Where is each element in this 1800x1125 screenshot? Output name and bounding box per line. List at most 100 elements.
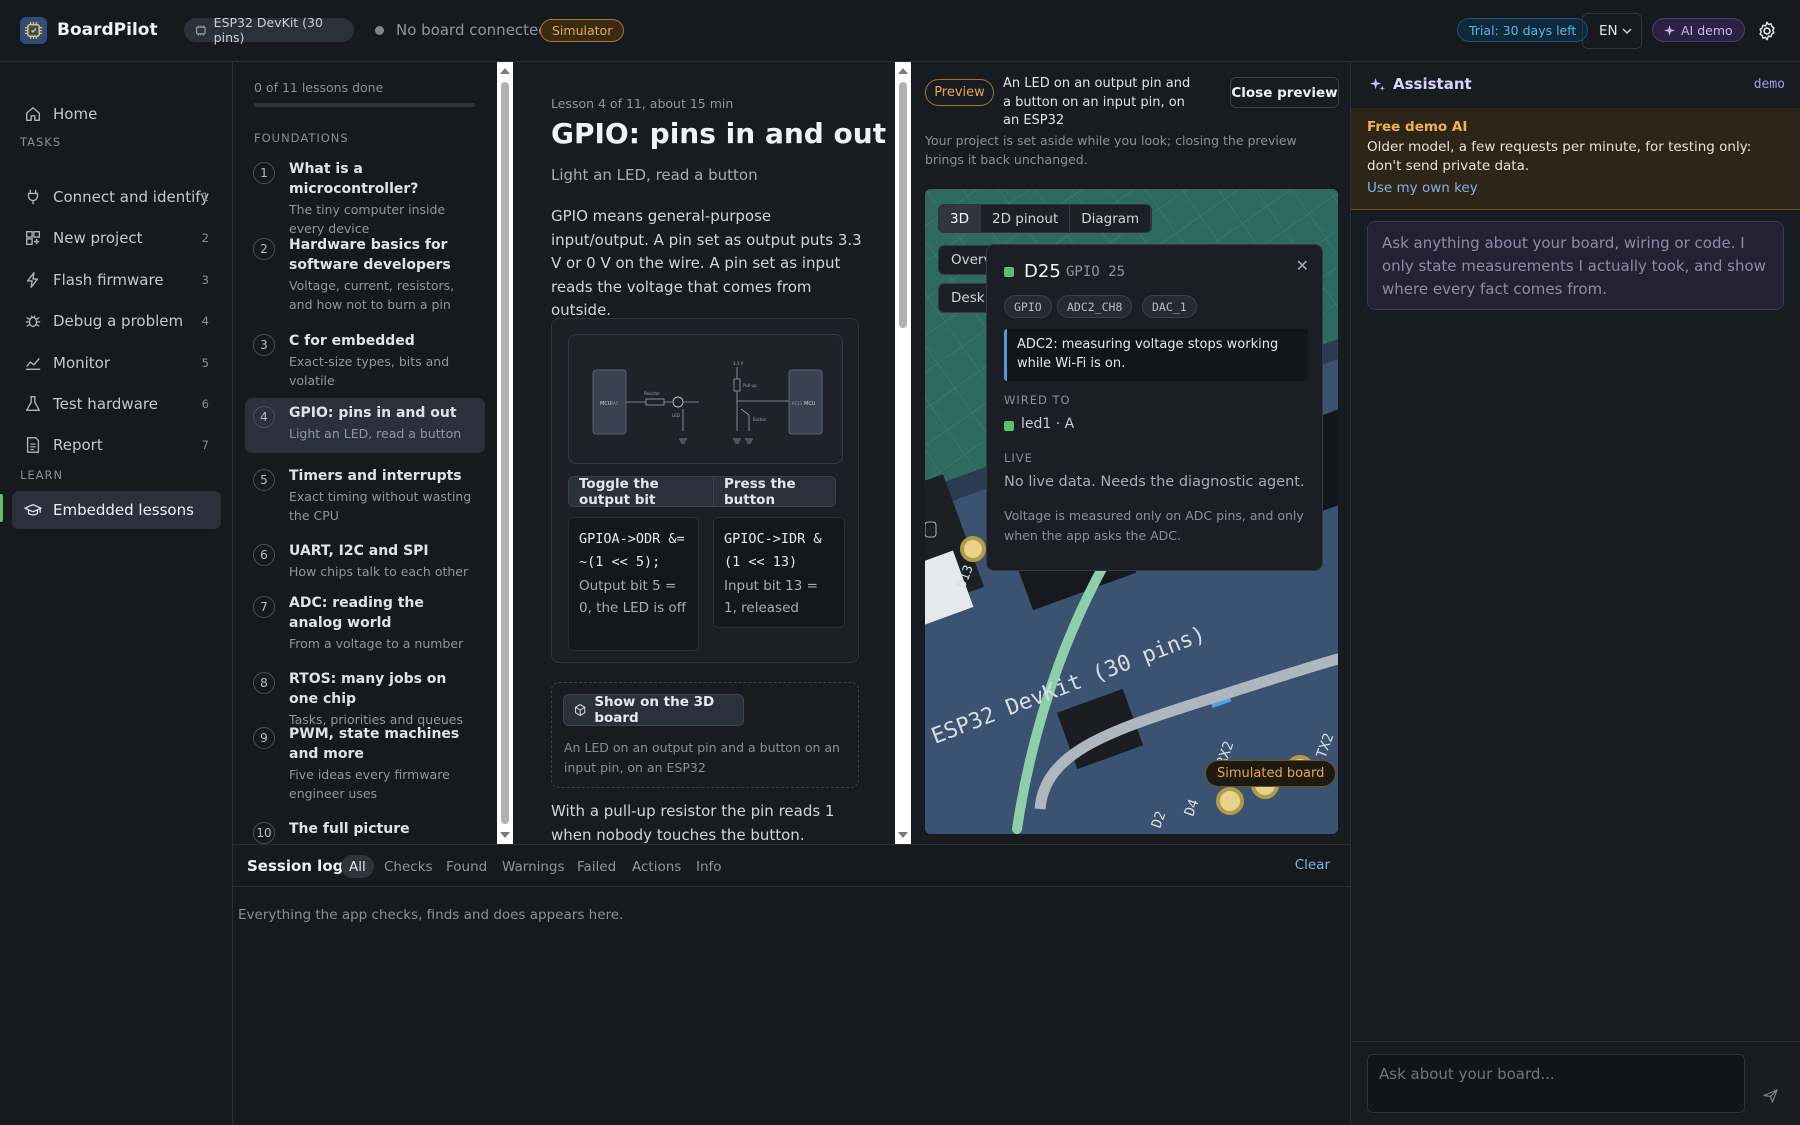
live-note: Voltage is measured only on ADC pins, an… [1004, 508, 1304, 543]
scroll-down-arrow[interactable] [898, 832, 908, 838]
scroll-up-arrow[interactable] [500, 68, 510, 74]
sidebar-item-connect[interactable]: Connect and identify 1 [12, 178, 221, 216]
lesson-item[interactable]: 7 ADC: reading the analog world From a v… [245, 588, 485, 659]
assistant-input[interactable]: Ask about your board... [1367, 1054, 1745, 1113]
lesson-number: 5 [253, 469, 275, 491]
log-filter-actions[interactable]: Actions [624, 855, 689, 878]
lesson-item[interactable]: 10 The full picture [245, 814, 485, 844]
sidebar-item-label: Report [53, 436, 103, 454]
show-3d-note: An LED on an output pin and a button on … [564, 740, 840, 775]
sidebar-item-number: 4 [201, 314, 209, 328]
lesson-number: 6 [253, 544, 275, 566]
sidebar-item-label: Home [53, 105, 98, 123]
trial-badge[interactable]: Trial: 30 days left [1457, 18, 1589, 42]
sidebar-item-monitor[interactable]: Monitor 5 [12, 344, 221, 382]
lesson-item[interactable]: 6 UART, I2C and SPI How chips talk to ea… [245, 536, 485, 587]
settings-button[interactable] [1756, 20, 1778, 42]
sidebar-item-label: Monitor [53, 354, 111, 372]
tab-diagram[interactable]: Diagram [1070, 205, 1152, 232]
preview-description: An LED on an output pin and a button on … [1003, 76, 1191, 128]
lesson-title: ADC: reading the analog world [289, 595, 424, 631]
sidebar-item-report[interactable]: Report 7 [12, 426, 221, 464]
assistant-mode: demo [1753, 77, 1785, 92]
board-selector[interactable]: ESP32 DevKit (30 pins) [184, 15, 354, 45]
lesson-scrollbar[interactable] [895, 62, 911, 844]
session-log-title: Session log [247, 857, 344, 875]
lessons-group-label: FOUNDATIONS [254, 131, 349, 145]
top-bar: BoardPilot ESP32 DevKit (30 pins) No boa… [0, 0, 1800, 62]
show-on-3d-board-button[interactable]: Show on the 3D board [563, 694, 744, 726]
lesson-item[interactable]: 3 C for embedded Exact-size types, bits … [245, 326, 485, 396]
gpio-demo-card: MCU PA5 Resistor LED 3.3 V Pull-up Butto… [551, 318, 859, 663]
circuit-diagram: MCU PA5 Resistor LED 3.3 V Pull-up Butto… [568, 334, 843, 464]
lessons-scrollbar[interactable] [497, 62, 513, 844]
language-select[interactable]: EN [1582, 13, 1642, 49]
lesson-number: 3 [253, 334, 275, 356]
sparkle-icon [1370, 77, 1385, 92]
sidebar-item-new-project[interactable]: New project 2 [12, 219, 221, 257]
pin-name: D25 [1024, 261, 1061, 282]
log-filter-all[interactable]: All [341, 855, 374, 878]
lesson-subtitle: Exact timing without wasting the CPU [289, 489, 472, 523]
lesson-subtitle: Voltage, current, resistors, and how not… [289, 278, 455, 312]
send-button[interactable] [1756, 1081, 1784, 1109]
toggle-output-button[interactable]: Toggle the output bit [568, 476, 714, 508]
connection-status: No board connected [396, 21, 548, 39]
sidebar-item-debug[interactable]: Debug a problem 4 [12, 302, 221, 340]
lesson-item[interactable]: 5 Timers and interrupts Exact timing wit… [245, 461, 485, 531]
sidebar-item-label: Test hardware [53, 395, 158, 413]
lesson-number: 1 [253, 162, 275, 184]
log-filter-failed[interactable]: Failed [569, 855, 624, 878]
sidebar-item-embedded-lessons[interactable]: Embedded lessons [12, 491, 221, 529]
log-filter-warnings[interactable]: Warnings [494, 855, 573, 878]
scrollbar-thumb[interactable] [899, 82, 907, 328]
demo-ai-banner: Free demo AI Older model, a few requests… [1351, 108, 1800, 210]
close-preview-button[interactable]: Close preview [1230, 77, 1339, 108]
sidebar-item-home[interactable]: Home [12, 95, 221, 133]
use-own-key-link[interactable]: Use my own key [1367, 178, 1784, 199]
simulator-badge[interactable]: Simulator [540, 19, 625, 42]
log-filter-checks[interactable]: Checks [376, 855, 441, 878]
lesson-item[interactable]: 9 PWM, state machines and more Five idea… [245, 719, 485, 809]
scroll-up-arrow[interactable] [898, 68, 908, 74]
document-icon [23, 435, 43, 455]
session-log: Session log All Checks Found Warnings Fa… [233, 844, 1350, 1125]
app-logo [20, 17, 47, 44]
chip-icon [196, 24, 206, 36]
send-icon [1762, 1088, 1778, 1103]
tab-3d[interactable]: 3D [939, 205, 981, 232]
close-icon[interactable]: ✕ [1296, 256, 1309, 275]
lesson-number: 10 [253, 822, 275, 844]
language-value: EN [1599, 23, 1618, 39]
lesson-item-active[interactable]: 4 GPIO: pins in and out Light an LED, re… [245, 398, 485, 453]
input-code: GPIOC->IDR & (1 << 13) [724, 531, 822, 570]
sidebar-item-test-hardware[interactable]: Test hardware 6 [12, 385, 221, 423]
scroll-down-arrow[interactable] [500, 832, 510, 838]
output-code-caption: Output bit 5 = 0, the LED is off [579, 578, 686, 616]
sidebar-item-label: Debug a problem [53, 312, 184, 330]
lesson-body-text: With a pull-up resistor the pin reads 1 … [551, 802, 835, 844]
lesson-title: The full picture [289, 821, 410, 837]
wired-to-label: WIRED TO [1004, 393, 1071, 407]
pin-capability-tag: DAC_1 [1142, 295, 1197, 318]
wired-to-value[interactable]: led1 · A [1021, 416, 1074, 432]
demo-ai-banner-body: Older model, a few requests per minute, … [1367, 139, 1752, 174]
sparkle-icon [1664, 24, 1675, 36]
sidebar-item-label: New project [53, 229, 143, 247]
tab-2d-pinout[interactable]: 2D pinout [981, 205, 1071, 232]
lesson-item[interactable]: 2 Hardware basics for software developer… [245, 230, 485, 320]
live-value: No live data. Needs the diagnostic agent… [1004, 474, 1305, 490]
session-log-header: Session log All Checks Found Warnings Fa… [233, 845, 1350, 887]
scrollbar-thumb[interactable] [501, 82, 509, 824]
ai-demo-badge[interactable]: AI demo [1652, 18, 1745, 42]
pin-info-popover: ✕ D25 GPIO 25 GPIO ADC2_CH8 DAC_1 ADC2: … [986, 244, 1323, 571]
clear-log-button[interactable]: Clear [1295, 857, 1330, 873]
lesson-title: Hardware basics for software developers [289, 237, 451, 273]
press-button-button[interactable]: Press the button [713, 476, 836, 508]
sidebar-item-number: 1 [201, 190, 209, 204]
flask-icon [23, 394, 43, 414]
live-label: LIVE [1004, 451, 1033, 465]
log-filter-info[interactable]: Info [688, 855, 730, 878]
sidebar-item-flash[interactable]: Flash firmware 3 [12, 261, 221, 299]
log-filter-found[interactable]: Found [438, 855, 495, 878]
